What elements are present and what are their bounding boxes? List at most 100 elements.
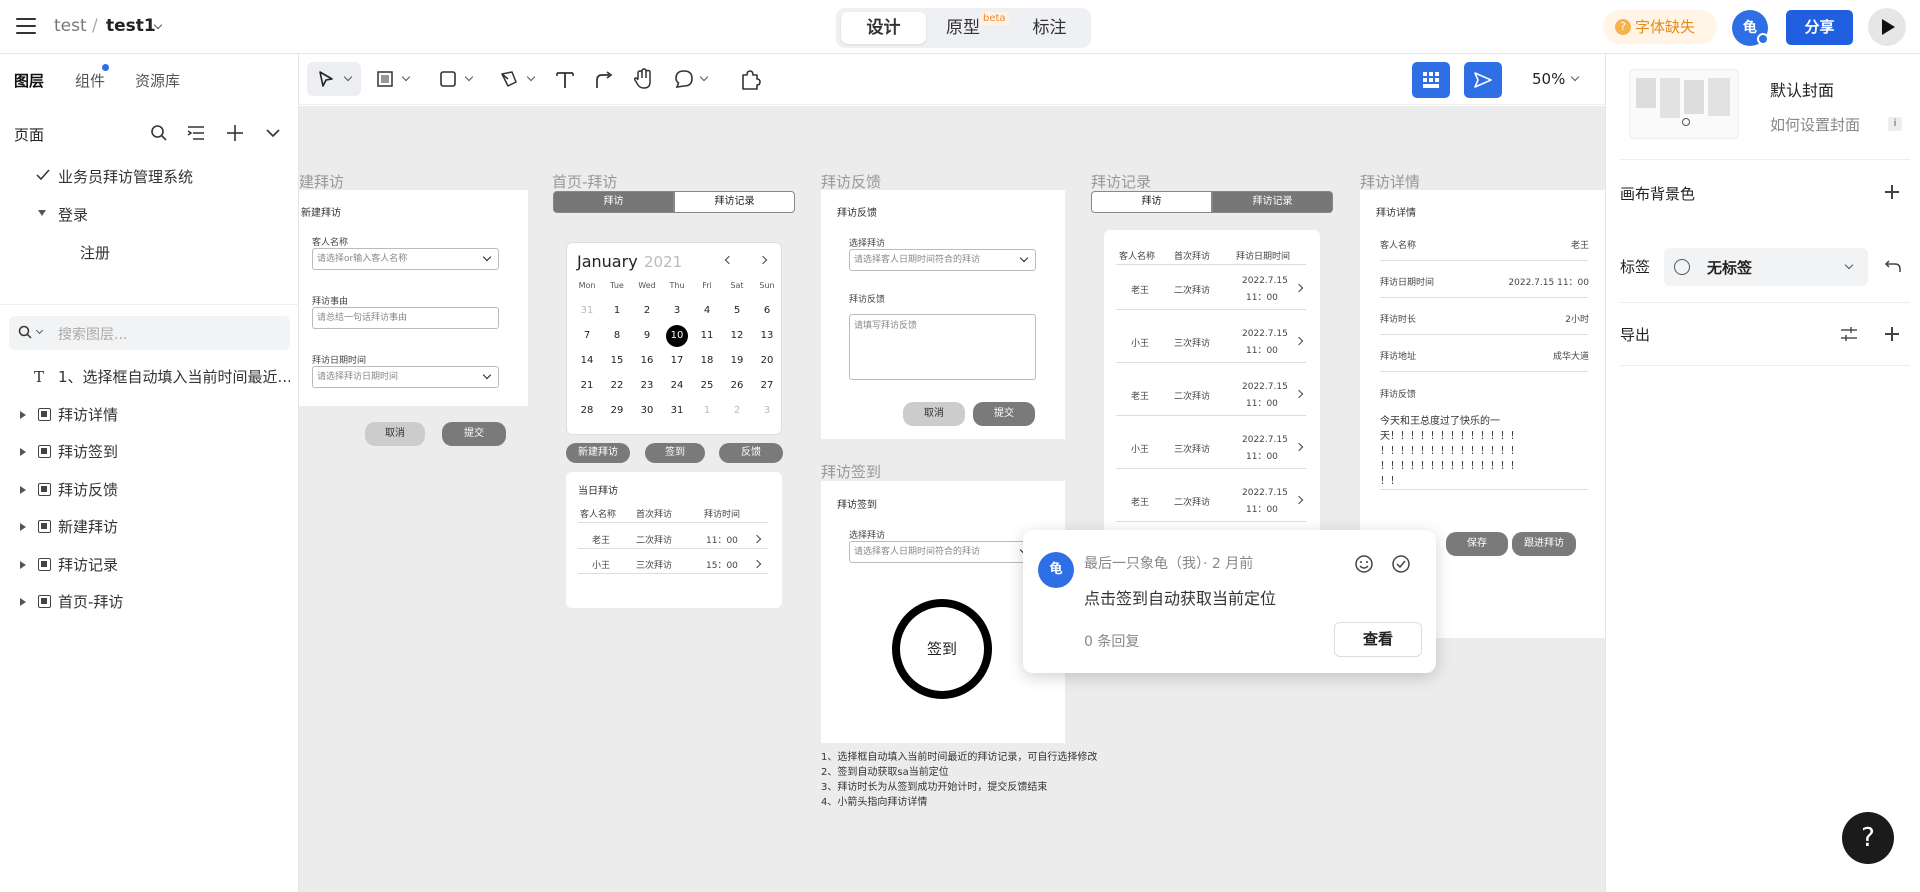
caret-right-icon[interactable] [20,448,26,456]
page-item-login[interactable]: 登录 [58,204,88,225]
checkin-button[interactable]: 签到 [645,443,705,463]
board-title[interactable]: 拜访反馈 [821,171,881,192]
layer-search-box[interactable]: 搜索图层... [9,316,290,350]
records-list[interactable]: 客人名称 首次拜访 拜访日期时间 老王 二次拜访 2022.7.15 11：00 小王三… [1104,230,1320,547]
calendar-day[interactable]: 21 [575,380,599,391]
emoji-icon[interactable] [1354,554,1374,574]
tab-components[interactable]: 组件 [75,70,105,91]
new-visit-button[interactable]: 新建拜访 [566,443,630,463]
calendar-day[interactable]: 6 [755,305,779,316]
add-icon[interactable] [1885,327,1899,341]
calendar-day[interactable]: 20 [755,355,779,366]
calendar-day[interactable]: 1 [605,305,629,316]
chevron-right-icon[interactable] [1294,283,1304,293]
collapse-pages-icon[interactable] [265,126,281,140]
calendar-day[interactable]: 4 [695,305,719,316]
board-title[interactable]: 拜访记录 [1091,171,1151,192]
calendar-day[interactable]: 24 [665,380,689,391]
comment-popup[interactable]: 龟 最后一只象龟（我）· 2 月前 点击签到自动获取当前定位 0 条回复 查看 [1023,530,1436,673]
zoom-level[interactable]: 50% [1532,70,1565,88]
calendar[interactable]: January 2021 Mon Tue Wed Thu Fri Sat Sun 31 1 2 3 4… [566,242,782,435]
tab-records[interactable]: 拜访记录 [1212,191,1333,213]
calendar-day[interactable]: 28 [575,405,599,416]
prev-month-icon[interactable] [724,255,734,265]
search-input[interactable]: 搜索图层... [58,324,127,344]
chevron-right-icon[interactable] [1294,495,1304,505]
tab-assets[interactable]: 资源库 [135,70,180,91]
visit-select[interactable]: 请选择客人日期时间符合的拜访 [849,249,1036,271]
calendar-day[interactable]: 11 [695,330,719,341]
layer-item[interactable]: 拜访签到 [20,437,290,467]
cover-help-link[interactable]: 如何设置封面 [1770,114,1860,135]
calendar-day[interactable]: 2 [635,305,659,316]
calendar-day[interactable]: 31 [665,405,689,416]
feedback-button[interactable]: 反馈 [719,443,783,463]
board-title[interactable]: 拜访签到 [821,461,881,482]
calendar-day[interactable]: 2 [725,405,749,416]
calendar-day[interactable]: 26 [725,380,749,391]
calendar-day[interactable]: 19 [725,355,749,366]
calendar-day[interactable]: 23 [635,380,659,391]
calendar-day[interactable]: 15 [605,355,629,366]
layer-text-note[interactable]: T 1、选择框自动填入当前时间最近... [20,362,290,392]
board-feedback[interactable]: 拜访反馈 选择拜访 请选择客人日期时间符合的拜访 拜访反馈 请填写拜访反馈 取消… [821,190,1065,439]
calendar-day[interactable]: 18 [695,355,719,366]
tab-visit[interactable]: 拜访 [1091,191,1212,213]
layer-item[interactable]: 拜访反馈 [20,475,290,505]
calendar-day[interactable]: 1 [695,405,719,416]
undo-icon[interactable] [1884,257,1902,275]
chevron-right-icon[interactable] [752,534,762,544]
frame-tool[interactable] [371,62,421,96]
search-icon[interactable] [150,124,168,142]
menu-icon[interactable] [16,18,36,34]
calendar-day[interactable]: 16 [635,355,659,366]
calendar-day[interactable]: 27 [755,380,779,391]
calendar-day[interactable]: 12 [725,330,749,341]
layer-item[interactable]: 拜访记录 [20,550,290,580]
calendar-day[interactable]: 14 [575,355,599,366]
visit-select[interactable]: 请选择客人日期时间符合的拜访 [849,541,1036,563]
tab-layers[interactable]: 图层 [14,70,44,91]
canvas[interactable]: 建拜访 新建拜访 客人名称 请选择or输入客人名称 拜访事由 请总结一句话拜访事… [299,106,1605,892]
calendar-day[interactable]: 13 [755,330,779,341]
layer-item[interactable]: 首页-拜访 [20,587,290,617]
tab-visit[interactable]: 拜访 [553,191,674,213]
calendar-day[interactable]: 7 [575,330,599,341]
cover-thumbnail[interactable] [1629,69,1739,139]
view-comment-button[interactable]: 查看 [1334,622,1422,657]
page-item-register[interactable]: 注册 [80,242,110,263]
tag-select[interactable]: 无标签 [1664,248,1868,286]
share-button[interactable]: 分享 [1786,10,1853,45]
file-name[interactable]: test1 [106,16,156,36]
caret-right-icon[interactable] [20,486,26,494]
calendar-day[interactable]: 9 [635,330,659,341]
chevron-right-icon[interactable] [752,559,762,569]
board-title[interactable]: 首页-拜访 [552,171,617,192]
calendar-day[interactable]: 10 [666,325,688,347]
follow-up-button[interactable]: 跟进拜访 [1512,532,1576,556]
calendar-day[interactable]: 30 [635,405,659,416]
chevron-right-icon[interactable] [1294,389,1304,399]
play-button[interactable] [1868,8,1906,46]
save-button[interactable]: 保存 [1446,532,1508,556]
feedback-textarea[interactable]: 请填写拜访反馈 [849,314,1036,380]
submit-button[interactable]: 提交 [973,402,1035,426]
tab-annotate[interactable]: 标注 [1012,12,1087,44]
layer-item[interactable]: 新建拜访 [20,512,290,542]
move-tool[interactable] [307,62,361,96]
project-name[interactable]: test [54,16,87,36]
calendar-day[interactable]: 29 [605,405,629,416]
caret-right-icon[interactable] [20,523,26,531]
checkin-circle-button[interactable]: 签到 [892,599,992,699]
sort-pages-icon[interactable] [187,124,205,142]
pen-tool[interactable] [494,62,544,96]
resolve-check-icon[interactable] [1391,554,1411,574]
info-icon[interactable]: i [1888,117,1902,131]
chevron-right-icon[interactable] [1294,336,1304,346]
text-tool-icon[interactable] [555,70,575,90]
calendar-day[interactable]: 22 [605,380,629,391]
grid-plugin-button[interactable] [1412,62,1450,98]
calendar-day[interactable]: 31 [575,305,599,316]
connector-tool-icon[interactable] [594,70,614,90]
shape-tool[interactable] [434,62,484,96]
